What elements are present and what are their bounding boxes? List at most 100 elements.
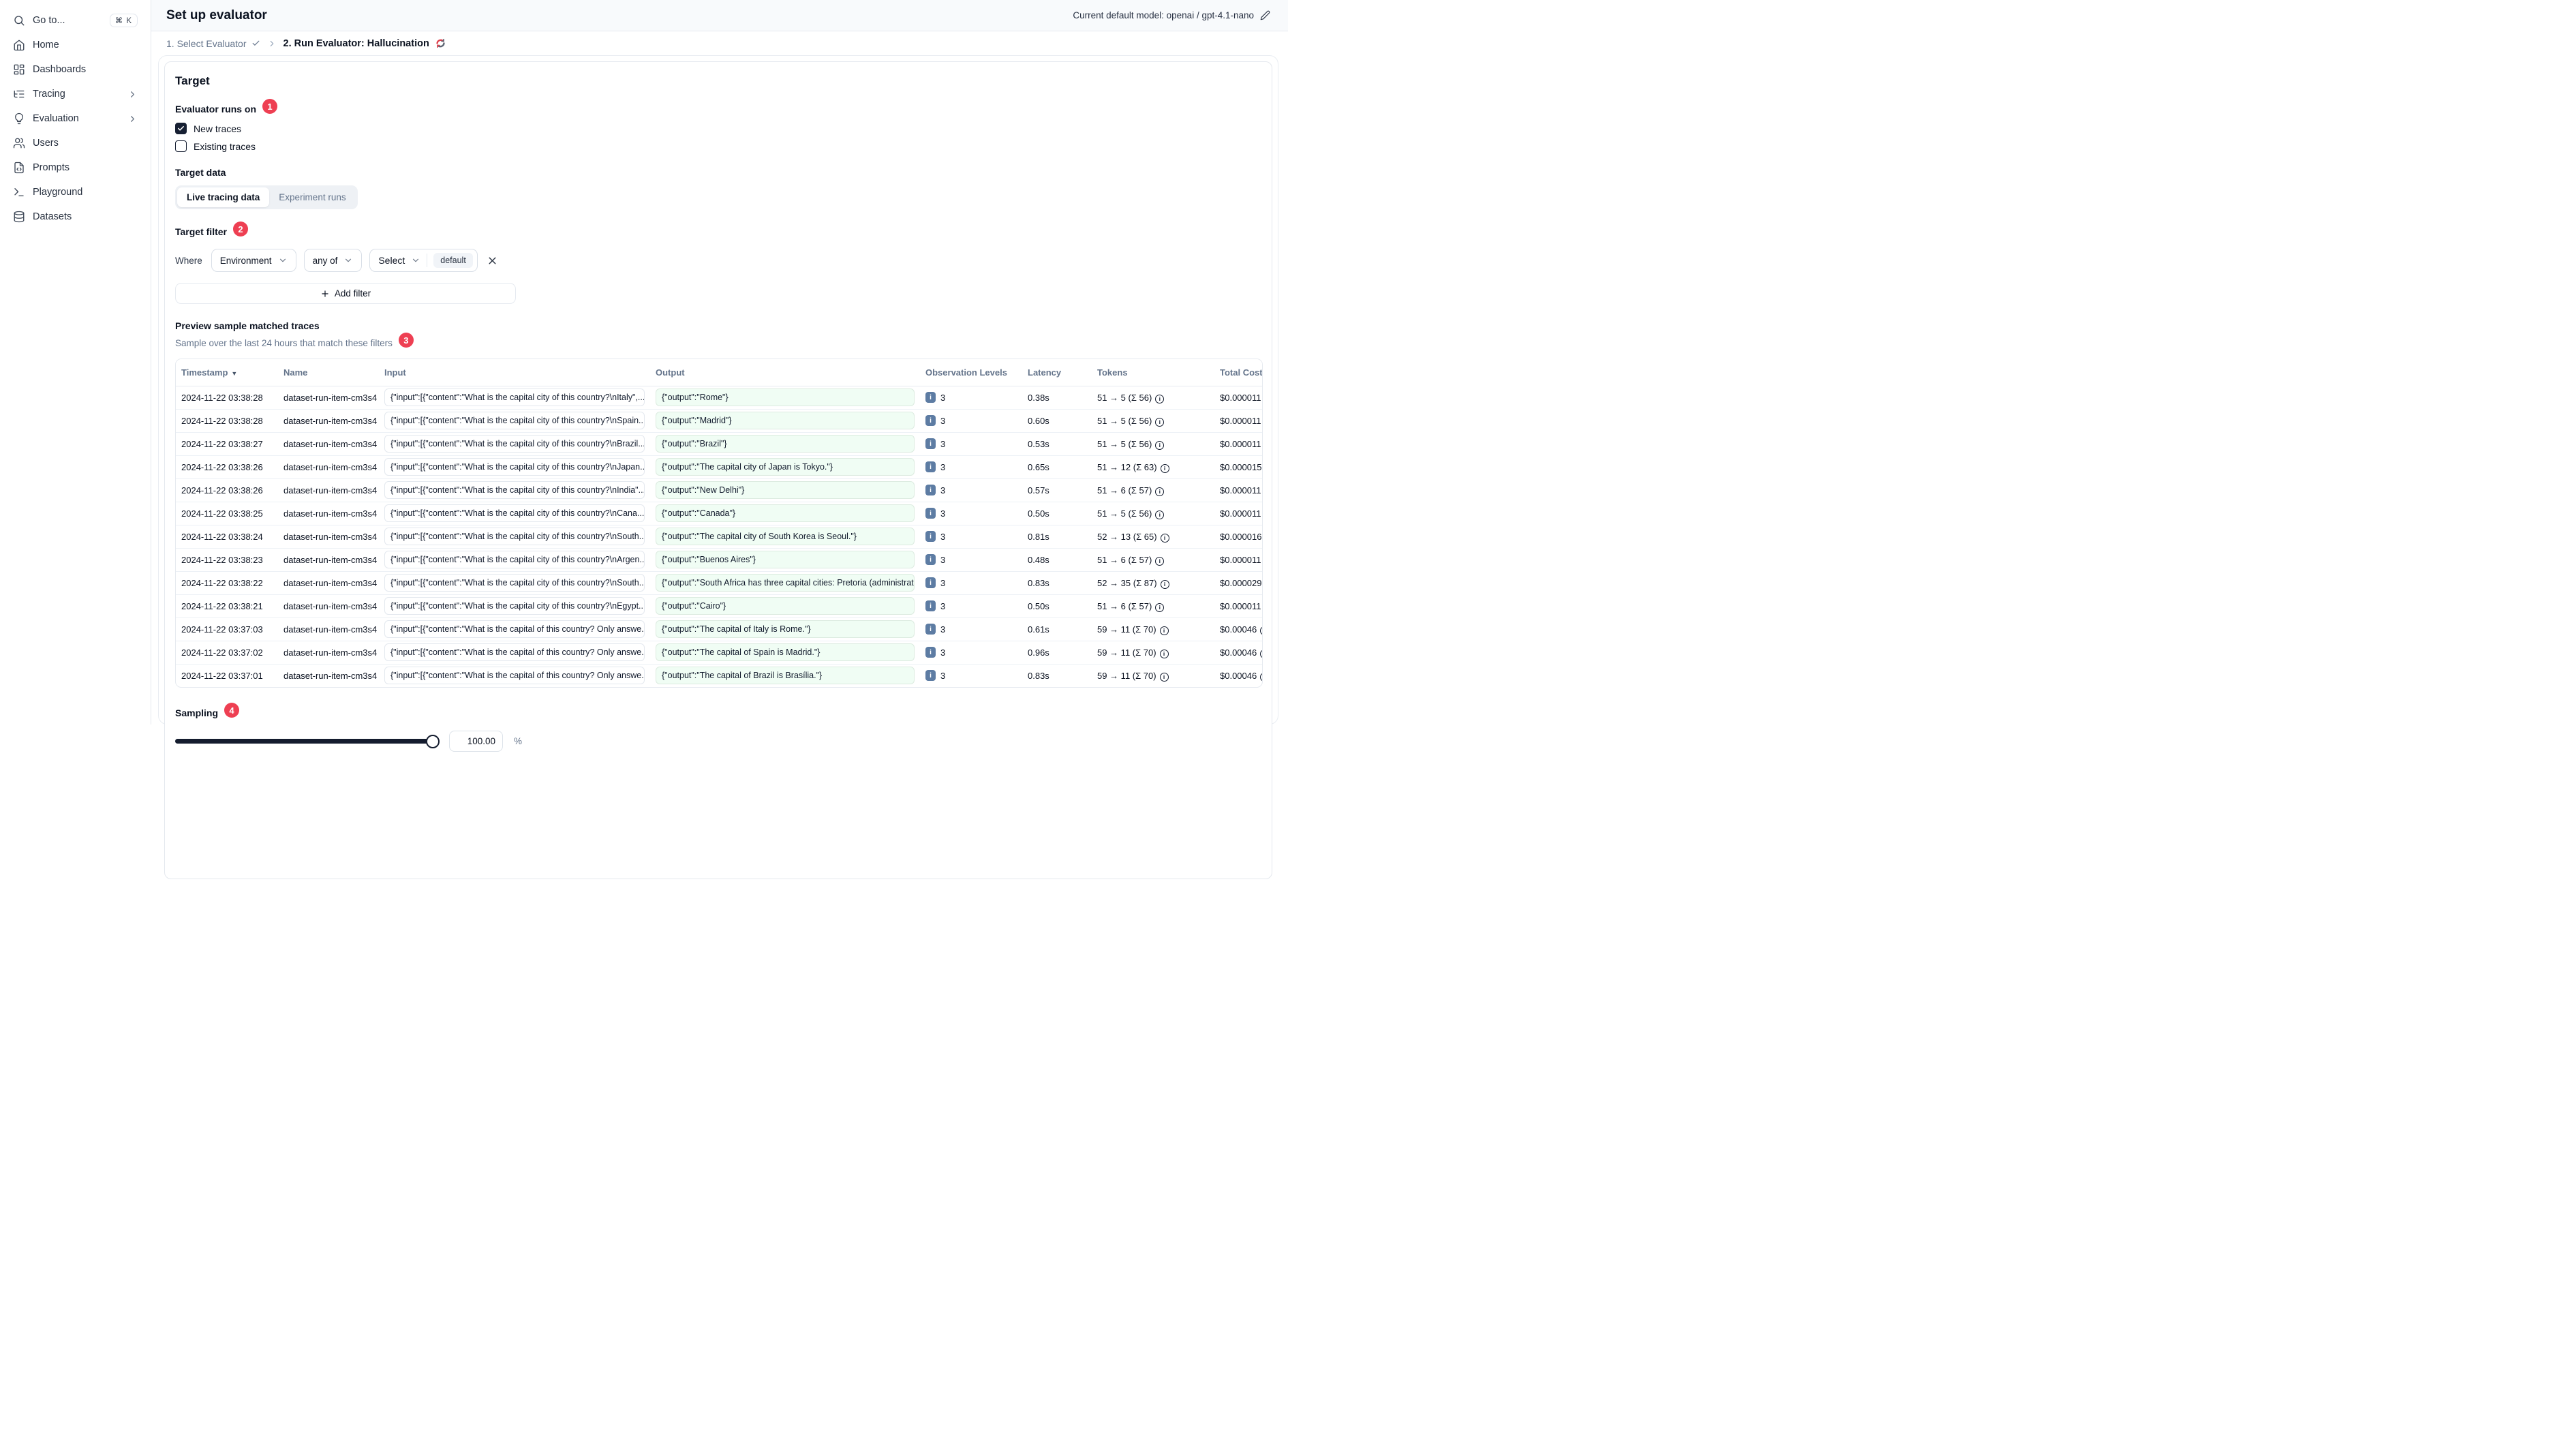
observation-level-icon: i	[925, 670, 936, 682]
table-row[interactable]: 2024-11-22 03:38:26 dataset-run-item-cm3…	[176, 455, 1262, 478]
goto-button[interactable]: Go to... ⌘ K	[7, 8, 144, 33]
sampling-slider[interactable]	[175, 734, 440, 748]
cost-info-icon[interactable]: i	[1260, 672, 1262, 682]
slider-track	[175, 739, 438, 744]
output-json-box: {"output":"The capital of Spain is Madri…	[656, 643, 915, 661]
table-row[interactable]: 2024-11-22 03:38:25 dataset-run-item-cm3…	[176, 502, 1262, 525]
cell-tokens: 51 → 5 (Σ 56) i	[1092, 502, 1214, 525]
tokens-info-icon[interactable]: i	[1155, 417, 1165, 427]
add-filter-button[interactable]: Add filter	[175, 283, 516, 304]
cell-name: dataset-run-item-cm3s4	[283, 600, 378, 611]
observation-level-icon: i	[925, 647, 936, 658]
cell-total-cost: $0.000015	[1220, 461, 1262, 472]
table-row[interactable]: 2024-11-22 03:38:21 dataset-run-item-cm3…	[176, 594, 1262, 617]
filter-value-select[interactable]: Select default	[369, 249, 478, 272]
tokens-info-icon[interactable]: i	[1155, 394, 1165, 403]
input-json-box: {"input":[{"content":"What is the capita…	[384, 388, 645, 406]
runs-on-label: Evaluator runs on 1	[175, 99, 278, 117]
tokens-info-icon[interactable]: i	[1155, 556, 1165, 566]
cell-timestamp: 2024-11-22 03:37:01	[181, 670, 263, 681]
remove-filter-button[interactable]	[487, 255, 498, 266]
tokens-info-icon[interactable]: i	[1160, 533, 1169, 543]
cell-observation-levels: i3	[920, 409, 1022, 432]
cell-input: {"input":[{"content":"What is the capita…	[379, 455, 650, 478]
tokens-info-icon[interactable]: i	[1155, 487, 1165, 496]
cell-input: {"input":[{"content":"What is the capita…	[379, 641, 650, 664]
tab-live-tracing-data[interactable]: Live tracing data	[177, 187, 270, 207]
cell-output: {"output":"The capital of Italy is Rome.…	[650, 617, 920, 641]
cell-observation-levels: i3	[920, 617, 1022, 641]
cell-tokens: 52 → 35 (Σ 87) i	[1092, 571, 1214, 594]
cell-timestamp: 2024-11-22 03:38:22	[181, 577, 263, 588]
input-json-box: {"input":[{"content":"What is the capita…	[384, 481, 645, 499]
step-select-evaluator[interactable]: 1. Select Evaluator	[166, 38, 260, 49]
sidebar-item-prompts[interactable]: Prompts	[7, 155, 144, 180]
input-json-box: {"input":[{"content":"What is the capita…	[384, 667, 645, 685]
cell-output: {"output":"The capital of Spain is Madri…	[650, 641, 920, 664]
tokens-info-icon[interactable]: i	[1155, 510, 1165, 519]
tokens-info-icon[interactable]: i	[1159, 649, 1169, 658]
cell-input: {"input":[{"content":"What is the capita…	[379, 432, 650, 455]
cell-tokens: 51 → 6 (Σ 57) i	[1092, 594, 1214, 617]
cell-total-cost: $0.000011i	[1214, 548, 1262, 571]
table-row[interactable]: 2024-11-22 03:38:22 dataset-run-item-cm3…	[176, 571, 1262, 594]
cost-info-icon[interactable]: i	[1260, 626, 1262, 635]
table-row[interactable]: 2024-11-22 03:37:03 dataset-run-item-cm3…	[176, 617, 1262, 641]
table-row[interactable]: 2024-11-22 03:38:27 dataset-run-item-cm3…	[176, 432, 1262, 455]
cell-total-cost: $0.000029	[1220, 577, 1262, 588]
sidebar-item-users[interactable]: Users	[7, 131, 144, 155]
sidebar-item-tracing[interactable]: Tracing	[7, 82, 144, 106]
table-row[interactable]: 2024-11-22 03:37:02 dataset-run-item-cm3…	[176, 641, 1262, 664]
cell-output: {"output":"The capital city of Japan is …	[650, 455, 920, 478]
cell-latency: 0.65s	[1028, 461, 1049, 472]
sidebar-item-evaluation[interactable]: Evaluation	[7, 106, 144, 131]
tokens-info-icon[interactable]: i	[1155, 440, 1165, 450]
slider-handle[interactable]	[426, 734, 440, 748]
tokens-info-icon[interactable]: i	[1159, 672, 1169, 682]
cell-name: dataset-run-item-cm3s4	[283, 461, 378, 472]
filter-operator-select[interactable]: any of	[303, 249, 363, 272]
sidebar-item-dashboards[interactable]: Dashboards	[7, 57, 144, 82]
sidebar-item-datasets[interactable]: Datasets	[7, 204, 144, 229]
column-header-total-cost: Total Cost	[1214, 359, 1262, 386]
default-model-label: Current default model: openai / gpt-4.1-…	[1073, 10, 1254, 20]
filter-field-select[interactable]: Environment	[211, 249, 296, 272]
sidebar-item-home[interactable]: Home	[7, 33, 144, 57]
table-row[interactable]: 2024-11-22 03:37:01 dataset-run-item-cm3…	[176, 664, 1262, 687]
table-row[interactable]: 2024-11-22 03:38:24 dataset-run-item-cm3…	[176, 525, 1262, 548]
sidebar-item-playground[interactable]: Playground	[7, 180, 144, 204]
output-json-box: {"output":"South Africa has three capita…	[656, 574, 915, 592]
sampling-percentage-input[interactable]	[449, 731, 503, 752]
step-badge-3: 3	[398, 333, 414, 348]
cell-total-cost: $0.000011i	[1214, 478, 1262, 502]
cost-info-icon[interactable]: i	[1260, 649, 1262, 658]
cell-observation-levels: i3	[920, 478, 1022, 502]
cell-timestamp: 2024-11-22 03:37:03	[181, 624, 263, 635]
cell-latency: 0.53s	[1028, 438, 1049, 449]
table-row[interactable]: 2024-11-22 03:38:28 dataset-run-item-cm3…	[176, 409, 1262, 432]
cell-output: {"output":"Cairo"}	[650, 594, 920, 617]
page-title: Set up evaluator	[166, 7, 267, 22]
tokens-info-icon[interactable]: i	[1159, 626, 1169, 635]
tokens-info-icon[interactable]: i	[1160, 463, 1169, 473]
table-row[interactable]: 2024-11-22 03:38:28 dataset-run-item-cm3…	[176, 386, 1262, 409]
cell-timestamp: 2024-11-22 03:38:25	[181, 508, 263, 519]
column-header-timestamp[interactable]: Timestamp ▼	[176, 359, 278, 386]
checkbox-new-traces[interactable]: New traces	[175, 123, 1261, 134]
checkbox-existing-traces[interactable]: Existing traces	[175, 140, 1261, 152]
cell-tokens: 52 → 13 (Σ 65) i	[1092, 525, 1214, 548]
table-row[interactable]: 2024-11-22 03:38:26 dataset-run-item-cm3…	[176, 478, 1262, 502]
tab-experiment-runs[interactable]: Experiment runs	[269, 187, 355, 207]
target-filter-label: Target filter 2	[175, 222, 248, 239]
table-row[interactable]: 2024-11-22 03:38:23 dataset-run-item-cm3…	[176, 548, 1262, 571]
observation-level-icon: i	[925, 554, 936, 565]
cell-total-cost: $0.00046i	[1214, 664, 1262, 687]
tokens-info-icon[interactable]: i	[1155, 603, 1165, 612]
edit-model-icon[interactable]	[1260, 10, 1270, 20]
cell-timestamp: 2024-11-22 03:37:02	[181, 647, 263, 658]
cell-total-cost: $0.000011i	[1214, 386, 1262, 409]
tokens-info-icon[interactable]: i	[1160, 579, 1169, 589]
playground-icon	[13, 186, 25, 198]
cell-observation-levels: i3	[920, 525, 1022, 548]
step-badge-2: 2	[232, 222, 248, 237]
